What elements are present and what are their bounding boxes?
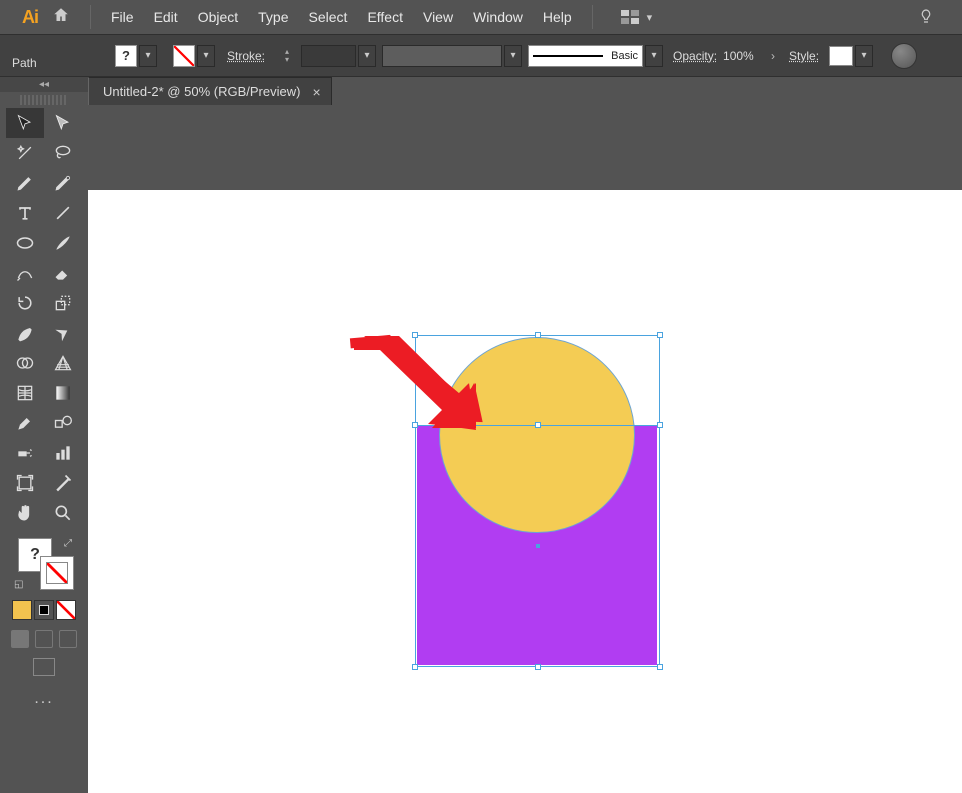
separator bbox=[592, 5, 593, 29]
swap-fill-stroke-icon[interactable]: ⤢ bbox=[64, 538, 72, 549]
menu-effect[interactable]: Effect bbox=[357, 0, 413, 34]
edit-toolbar-button[interactable]: ... bbox=[0, 690, 88, 708]
stroke-weight-stepper[interactable]: ▴▾ bbox=[277, 43, 297, 69]
eraser-tool[interactable] bbox=[44, 258, 82, 288]
panel-grip[interactable] bbox=[20, 95, 68, 105]
tools-panel: ◂◂ ? ⤢ ◱ bbox=[0, 77, 88, 793]
eyedropper-tool[interactable] bbox=[6, 408, 44, 438]
menu-select[interactable]: Select bbox=[299, 0, 358, 34]
menu-help[interactable]: Help bbox=[533, 0, 582, 34]
draw-mode-row bbox=[0, 630, 88, 648]
close-icon[interactable]: × bbox=[312, 84, 320, 100]
separator bbox=[90, 5, 91, 29]
scale-tool[interactable] bbox=[44, 288, 82, 318]
menu-bar: Ai File Edit Object Type Select Effect V… bbox=[0, 0, 962, 34]
chevron-down-icon[interactable]: ▾ bbox=[358, 45, 376, 67]
paintbrush-tool[interactable] bbox=[44, 228, 82, 258]
gradient-tool[interactable] bbox=[44, 378, 82, 408]
perspective-grid-tool[interactable] bbox=[44, 348, 82, 378]
shape-builder-tool[interactable] bbox=[6, 348, 44, 378]
control-bar: Path ? ▾ ▾ Stroke: ▴▾ ▾ ▾ Basic ▾ Opacit… bbox=[0, 34, 962, 77]
document-tab[interactable]: Untitled-2* @ 50% (RGB/Preview) × bbox=[88, 77, 332, 105]
opacity-input[interactable] bbox=[723, 47, 763, 65]
screen-mode-button[interactable] bbox=[33, 658, 55, 676]
workspace-switcher[interactable]: ▾ bbox=[621, 10, 653, 24]
symbol-sprayer-tool[interactable] bbox=[6, 438, 44, 468]
width-tool[interactable] bbox=[6, 318, 44, 348]
shaper-tool[interactable] bbox=[6, 258, 44, 288]
direct-selection-tool[interactable] bbox=[44, 108, 82, 138]
menu-file[interactable]: File bbox=[101, 0, 144, 34]
magic-wand-tool[interactable] bbox=[6, 138, 44, 168]
stroke-label[interactable]: Stroke: bbox=[227, 49, 265, 63]
menu-type[interactable]: Type bbox=[248, 0, 298, 34]
fill-swatch-dropdown[interactable]: ? ▾ bbox=[107, 45, 157, 67]
menu-window[interactable]: Window bbox=[463, 0, 533, 34]
brush-basic-label: Basic bbox=[611, 50, 638, 62]
mesh-tool[interactable] bbox=[6, 378, 44, 408]
stroke-swatch-dropdown[interactable]: ▾ bbox=[165, 45, 215, 67]
collapse-toggle[interactable]: ◂◂ bbox=[0, 77, 88, 92]
fill-stroke-indicator[interactable]: ? ⤢ ◱ bbox=[14, 538, 74, 590]
menu-view[interactable]: View bbox=[413, 0, 463, 34]
selection-tool[interactable] bbox=[6, 108, 44, 138]
resize-handle[interactable] bbox=[657, 664, 663, 670]
brush-stroke-preview bbox=[533, 55, 603, 57]
zoom-tool[interactable] bbox=[44, 498, 82, 528]
brush-definition-dropdown[interactable] bbox=[382, 45, 502, 67]
document-stage bbox=[88, 105, 962, 793]
chevron-down-icon: ▾ bbox=[647, 11, 653, 24]
pen-tool[interactable] bbox=[6, 168, 44, 198]
rotate-tool[interactable] bbox=[6, 288, 44, 318]
menu-object[interactable]: Object bbox=[188, 0, 248, 34]
blend-tool[interactable] bbox=[44, 408, 82, 438]
brush-basic[interactable]: Basic bbox=[528, 45, 643, 67]
ellipse-tool[interactable] bbox=[6, 228, 44, 258]
fill-swatch[interactable]: ? bbox=[115, 45, 137, 67]
chevron-down-icon[interactable]: ▾ bbox=[645, 45, 663, 67]
none-fill-swatch[interactable] bbox=[56, 600, 76, 620]
search-help-icon[interactable] bbox=[918, 8, 934, 29]
line-segment-tool[interactable] bbox=[44, 198, 82, 228]
chevron-down-icon[interactable]: ▾ bbox=[197, 45, 215, 67]
artboard[interactable] bbox=[88, 190, 962, 793]
opacity-flyout-icon[interactable]: › bbox=[771, 49, 775, 63]
chevron-down-icon[interactable]: ▾ bbox=[139, 45, 157, 67]
hand-tool[interactable] bbox=[6, 498, 44, 528]
selection-type-label: Path bbox=[12, 56, 37, 70]
chevron-down-icon[interactable]: ▾ bbox=[855, 45, 873, 67]
style-label[interactable]: Style: bbox=[789, 49, 819, 63]
default-fill-stroke-icon[interactable]: ◱ bbox=[14, 579, 23, 590]
annotation-arrow-icon bbox=[346, 332, 476, 432]
column-graph-tool[interactable] bbox=[44, 438, 82, 468]
stage-gutter bbox=[88, 105, 962, 190]
document-tab-title: Untitled-2* @ 50% (RGB/Preview) bbox=[103, 84, 300, 99]
gradient-fill-swatch[interactable] bbox=[34, 600, 54, 620]
stroke-swatch-none[interactable] bbox=[173, 45, 195, 67]
type-tool[interactable] bbox=[6, 198, 44, 228]
color-mode-row bbox=[0, 600, 88, 620]
menu-edit[interactable]: Edit bbox=[144, 0, 188, 34]
chevron-down-icon[interactable]: ▾ bbox=[504, 45, 522, 67]
artboard-tool[interactable] bbox=[6, 468, 44, 498]
resize-handle[interactable] bbox=[657, 422, 663, 428]
resize-handle[interactable] bbox=[657, 332, 663, 338]
lasso-tool[interactable] bbox=[44, 138, 82, 168]
document-tabs: Untitled-2* @ 50% (RGB/Preview) × bbox=[88, 77, 962, 105]
home-icon[interactable] bbox=[52, 6, 70, 29]
slice-tool[interactable] bbox=[44, 468, 82, 498]
app-logo: Ai bbox=[22, 7, 38, 28]
recolor-artwork-button[interactable] bbox=[891, 43, 917, 69]
workspace-grid-icon bbox=[621, 10, 639, 24]
graphic-style-swatch[interactable] bbox=[829, 46, 853, 66]
stroke-profile-dropdown[interactable] bbox=[301, 45, 356, 67]
opacity-label[interactable]: Opacity: bbox=[673, 49, 717, 63]
draw-inside-icon[interactable] bbox=[59, 630, 77, 648]
free-transform-tool[interactable] bbox=[44, 318, 82, 348]
draw-behind-icon[interactable] bbox=[35, 630, 53, 648]
curvature-tool[interactable] bbox=[44, 168, 82, 198]
draw-normal-icon[interactable] bbox=[11, 630, 29, 648]
color-fill-swatch[interactable] bbox=[12, 600, 32, 620]
stroke-indicator[interactable] bbox=[40, 556, 74, 590]
